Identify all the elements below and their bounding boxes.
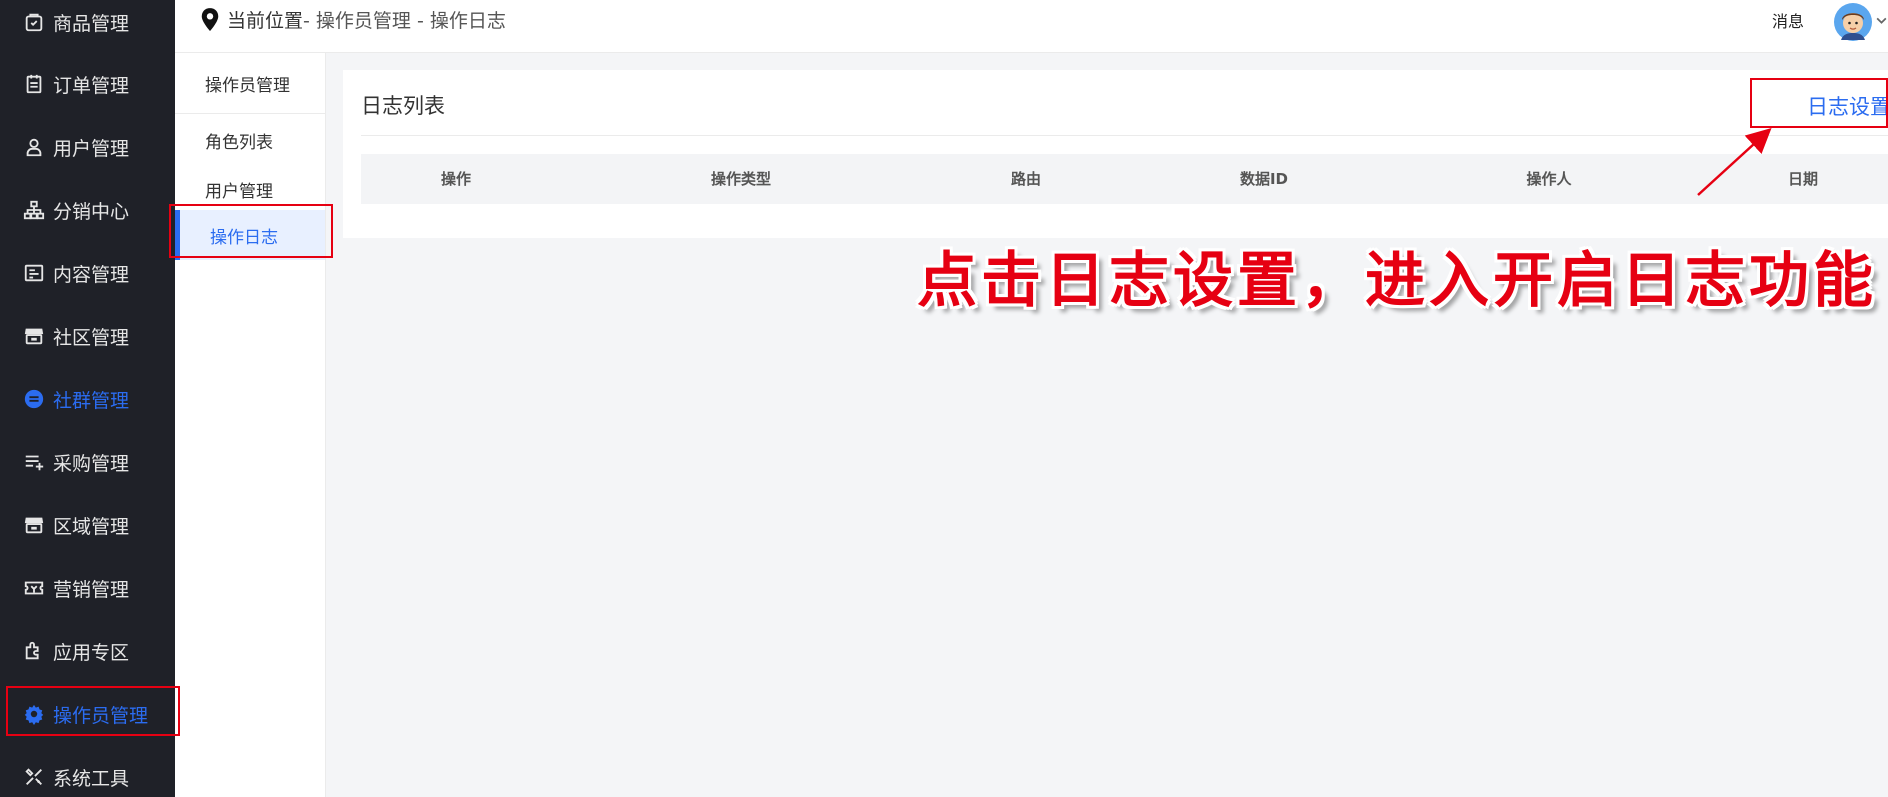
clipboard-icon [23,73,45,95]
column-header-route[interactable]: 路由 [1011,154,1041,204]
content-card-icon [23,262,45,284]
sidebar-item-label: 社区管理 [53,326,130,349]
breadcrumb: 当前位置 - 操作员管理 - 操作日志 [199,6,506,33]
column-header-action-type[interactable]: 操作类型 [711,154,771,204]
subnav-item-roles[interactable]: 角色列表 [175,118,325,162]
highlight-box-operation-log [169,204,333,258]
user-icon [23,136,45,158]
chevron-down-icon[interactable] [1875,12,1888,25]
location-pin-icon [199,7,221,33]
log-list-card: 日志列表 日志设置 操作 操作类型 路由 数据ID 操作人 日期 [343,70,1888,238]
avatar-icon[interactable] [1833,2,1873,42]
bag-check-icon [23,11,45,33]
top-header: 当前位置 - 操作员管理 - 操作日志 消息 [175,0,1888,53]
list-add-icon [23,451,45,473]
sidebar-item-users[interactable]: 用户管理 [0,127,175,167]
sidebar-item-marketing[interactable]: 营销管理 [0,568,175,608]
sidebar-item-label: 社群管理 [53,389,130,412]
annotation-text: 点击日志设置，进入开启日志功能 [917,246,1877,316]
sidebar-item-regions[interactable]: 区域管理 [0,505,175,545]
sidebar-item-label: 订单管理 [53,74,130,97]
sidebar-item-label: 采购管理 [53,452,130,475]
sidebar-item-groups[interactable]: 社群管理 [0,379,175,419]
sidebar-item-purchasing[interactable]: 采购管理 [0,442,175,482]
group-chat-icon [23,388,45,410]
table-header: 操作 操作类型 路由 数据ID 操作人 日期 [361,154,1888,204]
highlight-box-operators [6,686,180,736]
sidebar-item-label: 应用专区 [53,641,130,664]
divider [361,135,1888,136]
card-title: 日志列表 [361,94,445,118]
sidebar-item-distribution[interactable]: 分销中心 [0,190,175,230]
location-prefix: 当前位置 [227,10,304,32]
highlight-box-log-settings [1750,78,1888,128]
store-icon [23,325,45,347]
tools-icon [23,766,45,788]
column-header-data-id[interactable]: 数据ID [1240,154,1288,204]
sidebar-item-label: 系统工具 [53,767,130,790]
sidebar-item-label: 区域管理 [53,515,130,538]
sidebar-item-products[interactable]: 商品管理 [0,2,175,42]
sidebar-item-community[interactable]: 社区管理 [0,316,175,356]
puzzle-icon [23,640,45,662]
sidebar-item-system-tools[interactable]: 系统工具 [0,757,175,797]
sidebar-item-content[interactable]: 内容管理 [0,253,175,293]
sidebar-item-label: 营销管理 [53,578,130,601]
sidebar-item-label: 分销中心 [53,200,130,223]
sidebar-item-label: 内容管理 [53,263,130,286]
breadcrumb-path: - 操作员管理 - 操作日志 [303,10,506,32]
subnav-title: 操作员管理 [175,53,325,114]
column-header-operator[interactable]: 操作人 [1526,154,1571,204]
column-header-action[interactable]: 操作 [441,154,471,204]
sidebar-item-label: 商品管理 [53,12,130,35]
operator-subnav: 操作员管理 角色列表 用户管理 操作日志 [175,53,326,797]
store-icon [23,514,45,536]
sidebar-item-label: 用户管理 [53,137,130,160]
column-header-date[interactable]: 日期 [1788,154,1818,204]
sidebar-item-orders[interactable]: 订单管理 [0,64,175,104]
org-chart-icon [23,199,45,221]
main-sidebar: 商品管理 订单管理 用户管理 分销中心 内容管理 社区管理 社群管理 采购管理 … [0,0,175,797]
ticket-icon [23,577,45,599]
messages-link[interactable]: 消息 [1772,8,1804,32]
sidebar-item-apps[interactable]: 应用专区 [0,631,175,671]
